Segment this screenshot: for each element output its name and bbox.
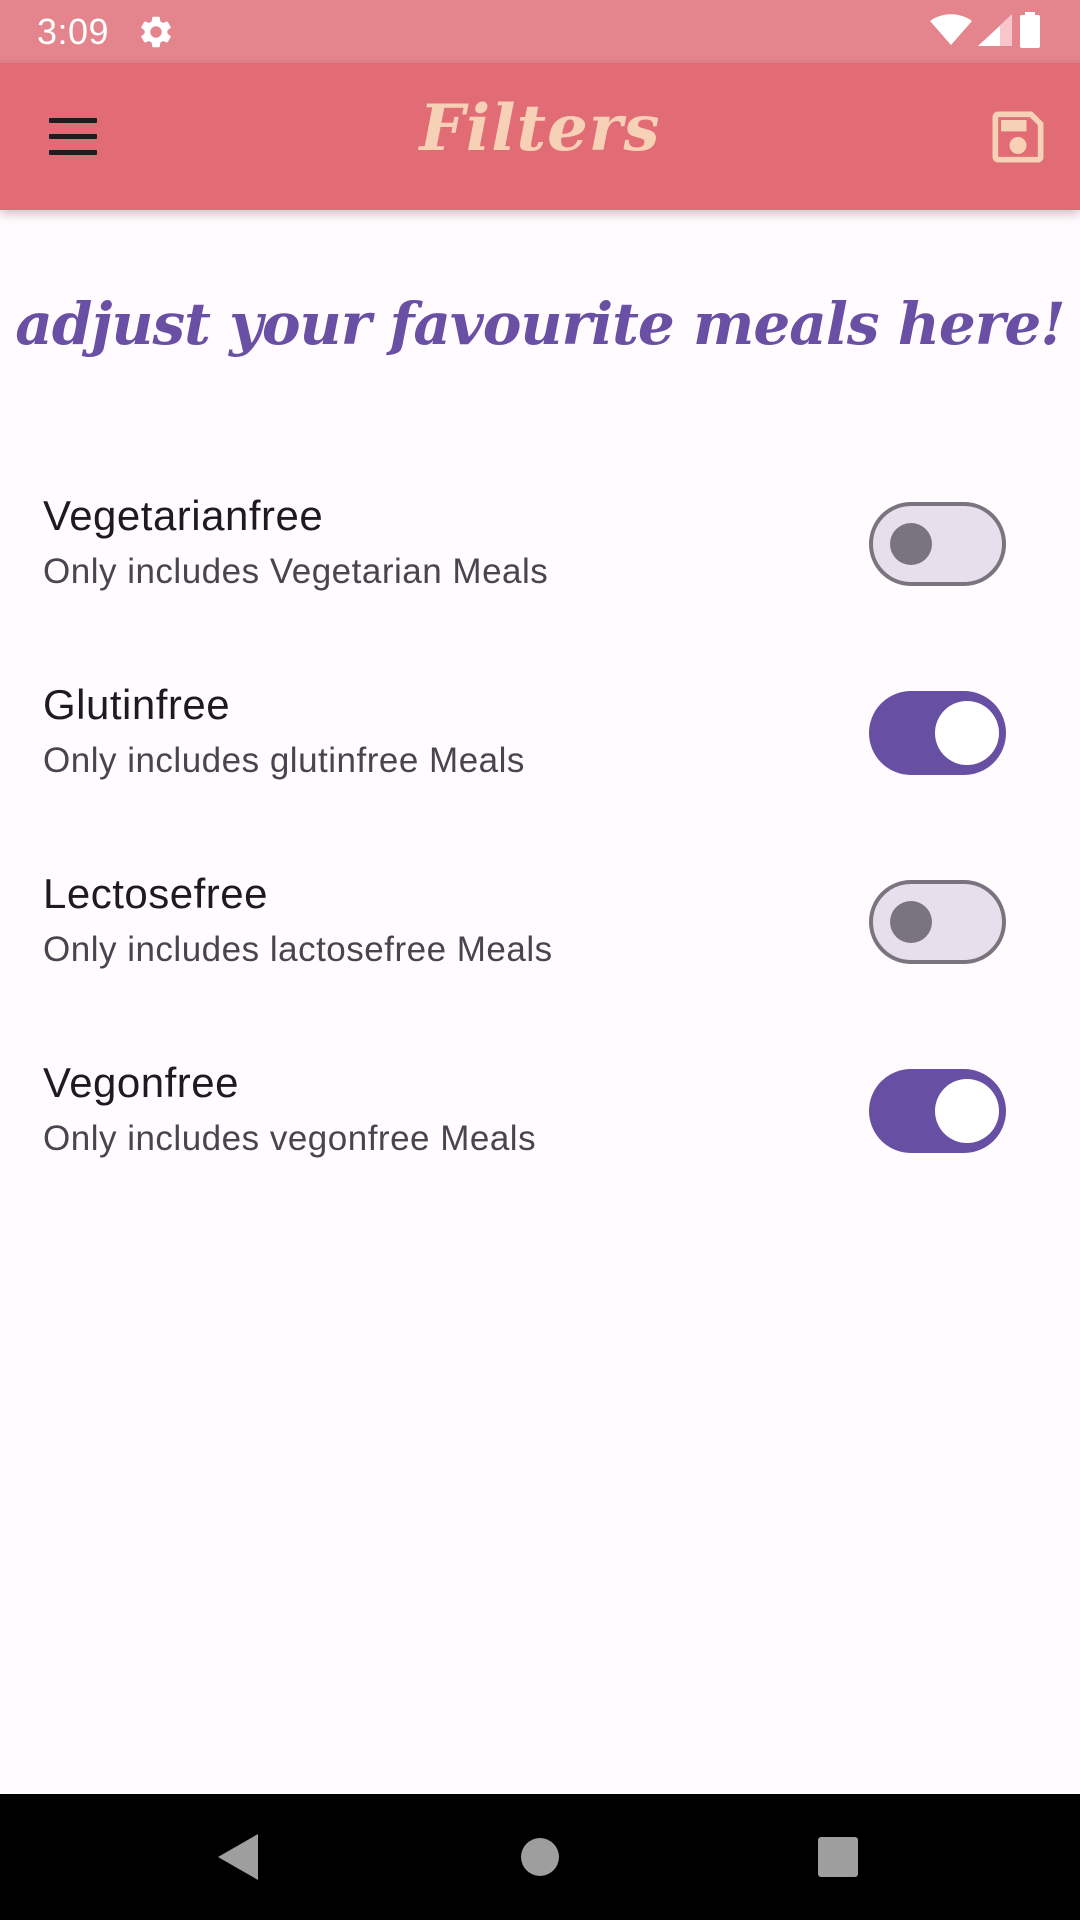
status-bar: 3:09: [0, 0, 1080, 63]
vegan-toggle[interactable]: [869, 1069, 1006, 1153]
status-icons: [930, 12, 1042, 52]
save-icon[interactable]: [984, 103, 1052, 171]
vegetarian-toggle[interactable]: [869, 502, 1006, 586]
status-time: 3:09: [37, 11, 110, 52]
home-icon[interactable]: [509, 1826, 571, 1888]
filter-row-lactose[interactable]: Lectosefree Only includes lactosefree Me…: [0, 870, 1080, 1010]
system-nav-bar: [0, 1794, 1080, 1920]
filter-subtitle: Only includes vegonfree Meals: [43, 1119, 537, 1158]
filter-row-vegan[interactable]: Vegonfree Only includes vegonfree Meals: [0, 1059, 1080, 1199]
filter-title: Vegetarianfree: [43, 492, 324, 539]
filter-title: Glutinfree: [43, 681, 231, 728]
battery-icon: [1018, 12, 1042, 52]
cellular-signal-icon: [978, 14, 1012, 50]
filter-subtitle: Only includes Vegetarian Meals: [43, 552, 549, 591]
app-bar: Filters: [0, 63, 1080, 210]
gluten-toggle[interactable]: [869, 691, 1006, 775]
filter-subtitle: Only includes lactosefree Meals: [43, 930, 553, 969]
filter-row-gluten[interactable]: Glutinfree Only includes glutinfree Meal…: [0, 681, 1080, 821]
recents-icon[interactable]: [807, 1826, 869, 1888]
lactose-toggle[interactable]: [869, 880, 1006, 964]
headline: adjust your favourite meals here!: [15, 290, 1066, 358]
filter-row-vegetarian[interactable]: Vegetarianfree Only includes Vegetarian …: [0, 492, 1080, 632]
settings-icon: [137, 13, 175, 51]
back-icon[interactable]: [208, 1826, 270, 1888]
filter-title: Vegonfree: [43, 1059, 240, 1106]
page-title: Filters: [419, 91, 661, 166]
filter-title: Lectosefree: [43, 870, 268, 917]
filter-subtitle: Only includes glutinfree Meals: [43, 741, 525, 780]
wifi-icon: [930, 14, 972, 50]
